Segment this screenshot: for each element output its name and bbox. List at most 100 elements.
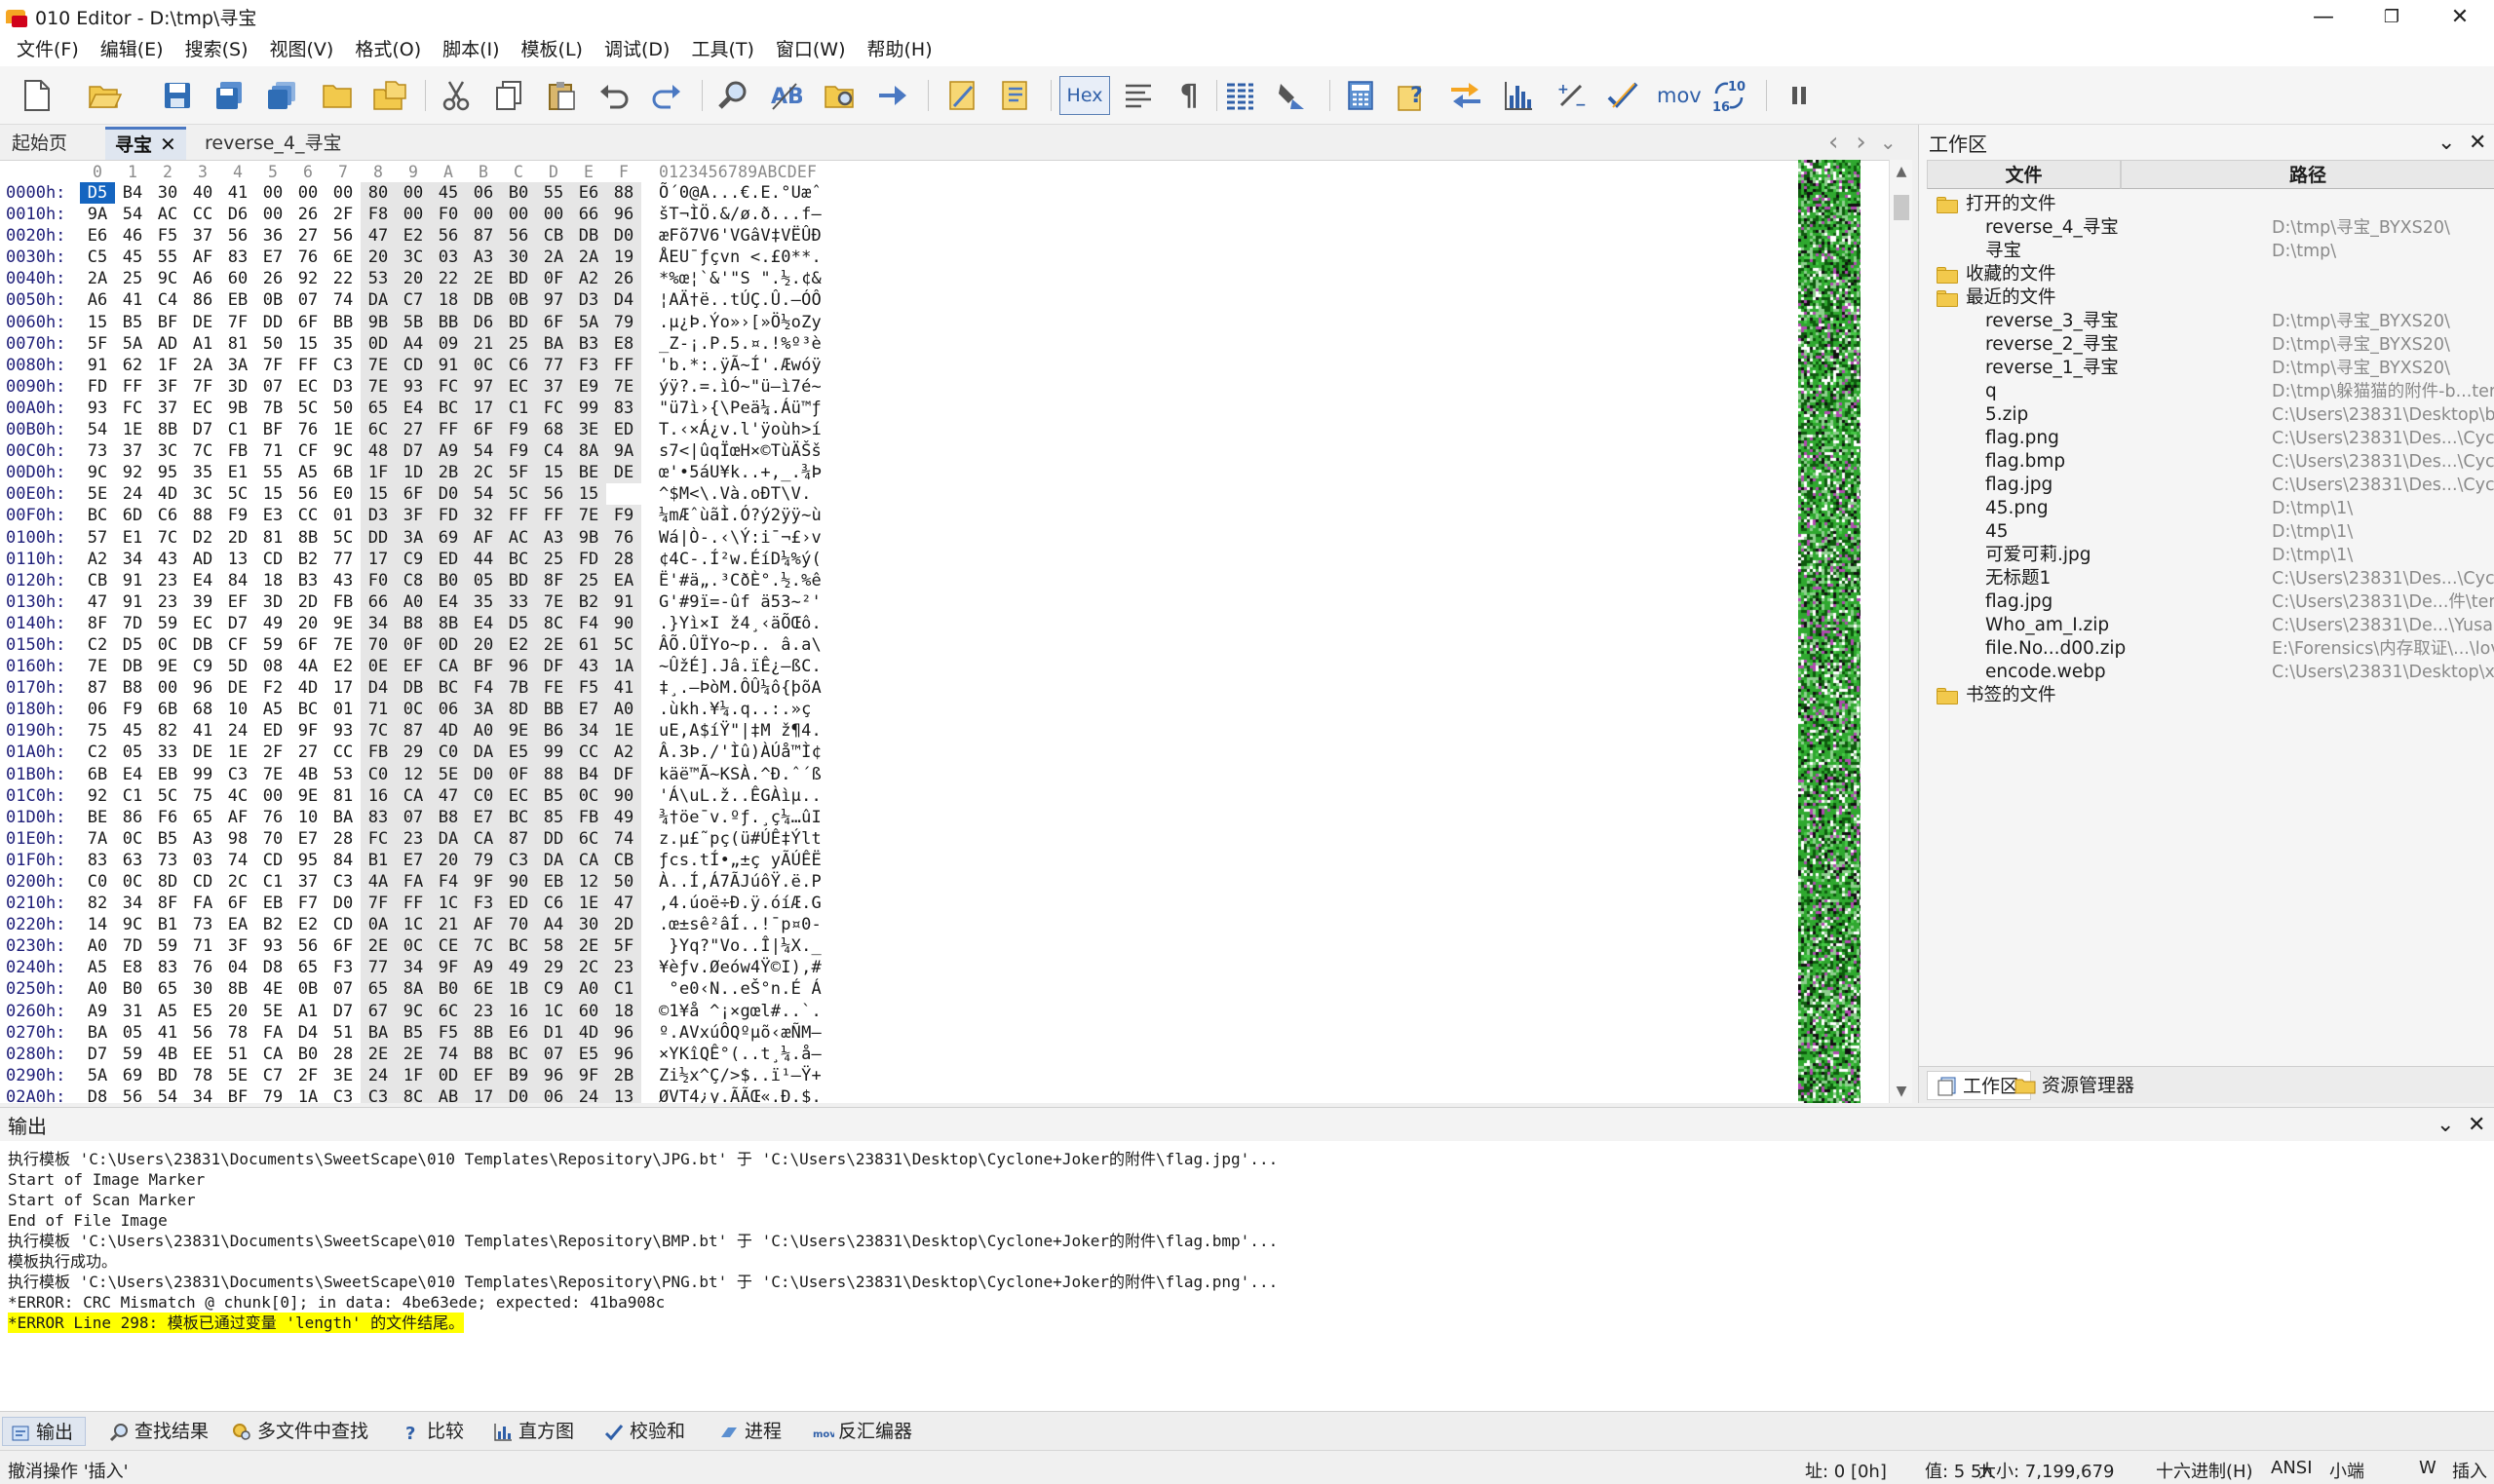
hex-row-ascii[interactable]: ^$M<\.Và.oÐT\V. [659, 483, 854, 505]
hex-byte[interactable]: 77 [536, 354, 571, 376]
hex-byte[interactable]: 07 [255, 376, 290, 398]
hex-byte[interactable]: C3 [326, 1086, 361, 1103]
hex-byte[interactable]: 20 [396, 268, 431, 290]
hex-byte[interactable]: 40 [185, 182, 220, 204]
hex-byte[interactable]: 6F [466, 419, 501, 441]
hex-byte[interactable]: 74 [326, 289, 361, 311]
hex-byte[interactable]: 85 [536, 806, 571, 828]
hex-row-ascii[interactable]: 'Á\uL.ž..ÊGÀìµ.. [659, 785, 854, 807]
hex-byte[interactable]: E7 [571, 699, 606, 721]
hex-byte[interactable]: C1 [255, 871, 290, 893]
hex-byte[interactable]: 86 [115, 807, 150, 828]
hex-byte[interactable]: F5 [431, 1021, 466, 1044]
open-folder-icon[interactable] [318, 76, 357, 115]
hex-byte[interactable]: 1C [536, 1000, 571, 1022]
tab-prev-icon[interactable]: ‹ [1828, 128, 1838, 157]
hex-byte[interactable]: 0C [396, 699, 431, 721]
hex-byte[interactable]: 0D [361, 332, 396, 355]
hex-byte[interactable]: 96 [185, 677, 220, 699]
hex-byte[interactable]: C7 [255, 1065, 290, 1086]
hex-byte[interactable]: F3 [466, 893, 501, 915]
hex-byte[interactable]: 45 [115, 720, 150, 742]
hex-byte[interactable]: 9E [501, 720, 536, 742]
hex-byte[interactable]: E7 [290, 828, 326, 850]
hex-byte[interactable]: 55 [255, 462, 290, 483]
hex-byte[interactable]: C1 [606, 978, 641, 1001]
hex-byte[interactable]: 20 [466, 633, 501, 657]
hex-byte[interactable]: BF [466, 656, 501, 678]
hex-byte[interactable]: 5C [326, 527, 361, 549]
hex-byte[interactable]: FD [80, 376, 115, 398]
hex-byte[interactable]: 47 [431, 784, 466, 807]
hex-row-ascii[interactable]: G'#9ï=-ûf ä53~²' [659, 591, 854, 613]
hex-byte[interactable]: AF [220, 807, 255, 828]
hex-byte[interactable]: 43 [150, 549, 185, 570]
hex-byte[interactable]: B5 [115, 312, 150, 333]
hex-byte[interactable]: 53 [326, 764, 361, 785]
hex-byte[interactable]: 0F [396, 633, 431, 657]
hex-byte[interactable]: 66 [361, 590, 396, 613]
hex-byte[interactable]: 7E [361, 354, 396, 376]
hex-byte[interactable]: 7C [150, 527, 185, 549]
hex-byte[interactable]: 18 [606, 1000, 641, 1022]
hex-byte[interactable]: 61 [571, 633, 606, 657]
hex-byte[interactable]: EC [290, 376, 326, 398]
workspace-close-icon[interactable]: ✕ [2469, 131, 2486, 155]
hex-byte[interactable]: FF [115, 376, 150, 398]
workspace-file-item[interactable]: reverse_4_寻宝 D:\tmp\寻宝_BYXS20\ [1927, 216, 2494, 240]
hex-byte[interactable]: 24 [220, 720, 255, 742]
hex-byte[interactable]: 00 [396, 182, 431, 205]
hex-byte[interactable]: B4 [115, 182, 150, 204]
hex-byte[interactable]: C3 [326, 871, 361, 893]
hex-byte[interactable]: 56 [220, 225, 255, 247]
hex-byte[interactable]: 73 [150, 850, 185, 871]
hex-byte[interactable]: 54 [80, 419, 115, 440]
hex-byte[interactable]: 5E [220, 1065, 255, 1086]
hex-byte[interactable]: 91 [80, 355, 115, 376]
hex-byte[interactable]: 50 [326, 398, 361, 419]
hex-byte[interactable]: 2B [431, 462, 466, 484]
hex-byte[interactable]: 1A [290, 1086, 326, 1103]
hex-byte[interactable]: D4 [290, 1022, 326, 1044]
hex-byte[interactable]: B2 [255, 914, 290, 935]
hex-byte[interactable]: 0B [501, 289, 536, 312]
bottom-tab-search-results[interactable]: 查找结果 [101, 1417, 220, 1446]
hex-byte[interactable]: 5C [501, 483, 536, 506]
hex-editor[interactable]: 0123456789ABCDEF 0123456789ABCDEF 0000h:… [0, 160, 1896, 1103]
hex-byte[interactable]: AD [185, 549, 220, 570]
hex-byte[interactable]: 77 [326, 549, 361, 570]
hex-byte[interactable]: DA [431, 827, 466, 850]
hex-byte[interactable]: BD [501, 569, 536, 591]
hex-byte[interactable]: 8B [220, 978, 255, 1000]
hex-byte[interactable]: 82 [150, 720, 185, 742]
hex-row-ascii[interactable]: œ'•5áU¥k..+,_.¾Þ [659, 462, 854, 483]
goto-icon[interactable] [873, 76, 912, 115]
run-template-icon[interactable] [996, 76, 1035, 115]
hex-byte[interactable]: 7E [255, 764, 290, 785]
hex-byte[interactable]: 76 [290, 419, 326, 440]
hex-byte[interactable]: 76 [255, 807, 290, 828]
hex-byte[interactable]: BB [431, 311, 466, 333]
hex-byte[interactable]: DD [255, 312, 290, 333]
base-convert-icon[interactable]: 10 16 [1709, 76, 1748, 115]
hex-byte[interactable]: FA [185, 893, 220, 914]
hex-byte[interactable]: 70 [501, 914, 536, 936]
hex-byte[interactable]: FC [361, 827, 396, 850]
hex-byte[interactable]: C0 [361, 763, 396, 785]
hex-byte[interactable]: 7E [606, 375, 641, 398]
hex-byte[interactable]: 0C [115, 828, 150, 850]
hex-byte[interactable]: 56 [326, 225, 361, 247]
hex-byte[interactable]: 65 [361, 978, 396, 1001]
hex-byte[interactable]: 12 [571, 871, 606, 894]
hex-byte[interactable]: EC [185, 398, 220, 419]
hex-byte[interactable]: 29 [396, 742, 431, 764]
hex-byte[interactable]: C4 [150, 289, 185, 311]
hex-byte[interactable]: 71 [185, 935, 220, 957]
hex-byte[interactable]: 4D [571, 1021, 606, 1044]
hex-byte[interactable]: A0 [571, 978, 606, 1001]
hex-byte[interactable]: 0D [431, 633, 466, 657]
column-path[interactable]: 路径 [2121, 160, 2494, 189]
open-file-icon[interactable] [86, 76, 125, 115]
hex-row-ascii[interactable]: À..Í,Á7ÃJúôŸ.ë.P [659, 871, 854, 893]
hex-byte[interactable]: 24 [115, 483, 150, 505]
